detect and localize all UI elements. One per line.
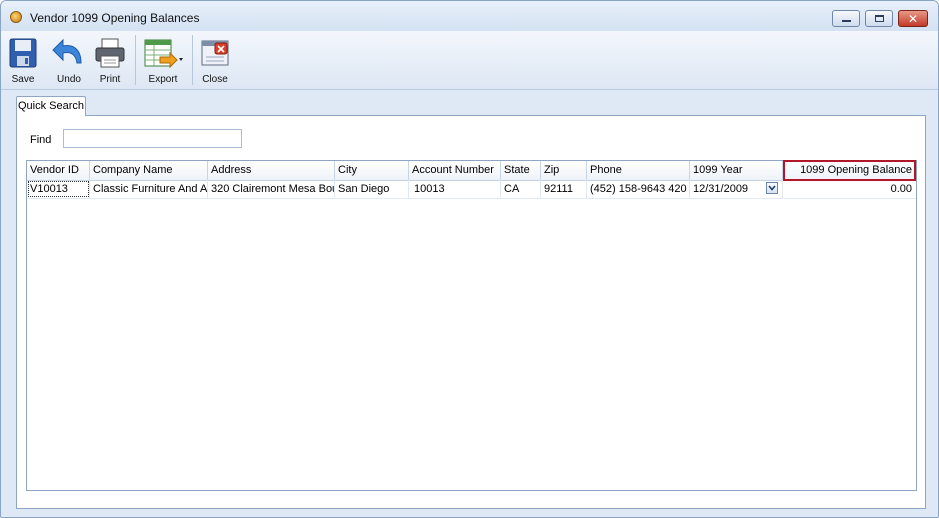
quick-search-panel: Find Vendor ID Company Name Address City… <box>16 115 926 509</box>
close-button[interactable]: Close <box>199 34 231 86</box>
vendor-grid: Vendor ID Company Name Address City Acco… <box>26 160 917 491</box>
cell-zip[interactable]: 92111 <box>541 180 587 198</box>
cell-company-name[interactable]: Classic Furniture And Ap <box>90 180 208 198</box>
cell-1099-year-value: 12/31/2009 <box>693 183 749 195</box>
print-label: Print <box>99 74 121 85</box>
find-label: Find <box>30 134 52 146</box>
print-button[interactable]: Print <box>93 34 127 86</box>
undo-icon <box>52 38 82 64</box>
export-icon <box>144 39 183 69</box>
toolbar-separator <box>135 35 136 85</box>
column-header-1099-opening-balance[interactable]: 1099 Opening Balance <box>783 161 916 180</box>
title-bar: Vendor 1099 Opening Balances ✕ <box>1 1 938 31</box>
close-label: Close <box>202 74 228 85</box>
cell-1099-year[interactable]: 12/31/2009 <box>690 180 783 198</box>
grid-header: Vendor ID Company Name Address City Acco… <box>27 160 916 181</box>
cell-phone[interactable]: (452) 158-9643 420 <box>587 180 690 198</box>
column-header-phone[interactable]: Phone <box>587 161 690 180</box>
cell-vendor-id[interactable]: V10013 <box>27 180 90 198</box>
column-header-zip[interactable]: Zip <box>541 161 587 180</box>
export-label: Export <box>148 74 178 85</box>
column-header-state[interactable]: State <box>501 161 541 180</box>
export-button[interactable]: Export <box>142 34 184 86</box>
cell-address[interactable]: 320 Clairemont Mesa Bou <box>208 180 335 198</box>
minimize-button[interactable] <box>832 10 860 27</box>
save-label: Save <box>11 74 35 85</box>
minimize-icon <box>841 20 851 22</box>
column-header-company-name[interactable]: Company Name <box>90 161 208 180</box>
year-dropdown-button[interactable] <box>766 182 778 194</box>
cell-account-number[interactable]: 10013 <box>409 180 501 198</box>
tab-quick-search[interactable]: Quick Search <box>16 96 86 116</box>
app-icon <box>10 11 22 23</box>
undo-label: Undo <box>57 74 81 85</box>
cell-state[interactable]: CA <box>501 180 541 198</box>
close-window-button[interactable]: ✕ <box>898 10 928 27</box>
maximize-icon <box>874 15 884 22</box>
maximize-button[interactable] <box>865 10 893 27</box>
toolbar-separator <box>192 35 193 85</box>
window-title: Vendor 1099 Opening Balances <box>30 11 200 25</box>
column-header-vendor-id[interactable]: Vendor ID <box>27 161 90 180</box>
window: Vendor 1099 Opening Balances ✕ Save Undo <box>0 0 939 518</box>
column-header-address[interactable]: Address <box>208 161 335 180</box>
column-header-1099-year[interactable]: 1099 Year <box>690 161 783 180</box>
close-form-icon <box>201 40 229 66</box>
cell-city[interactable]: San Diego <box>335 180 409 198</box>
save-icon <box>9 38 37 68</box>
column-header-account-number[interactable]: Account Number <box>409 161 501 180</box>
find-input[interactable] <box>63 129 242 148</box>
table-row[interactable]: V10013 Classic Furniture And Ap 320 Clai… <box>27 180 916 199</box>
save-button[interactable]: Save <box>7 34 39 86</box>
close-icon: ✕ <box>907 11 919 26</box>
content-area: Quick Search Find Vendor ID Company Name… <box>8 94 930 510</box>
toolbar: Save Undo Print Export Close <box>1 31 938 90</box>
chevron-down-icon <box>768 185 776 191</box>
cell-1099-opening-balance[interactable]: 0.00 <box>783 180 916 198</box>
printer-icon <box>95 38 125 68</box>
undo-button[interactable]: Undo <box>50 34 88 86</box>
column-header-city[interactable]: City <box>335 161 409 180</box>
